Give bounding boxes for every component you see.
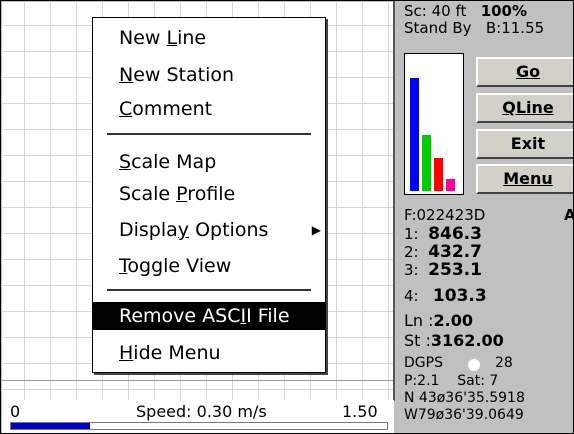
scale-prefix: Sc:	[404, 2, 427, 20]
zoom-value: 100%	[480, 2, 528, 20]
reading-1: 1: 846.3	[404, 224, 482, 244]
menu-item-hide-menu[interactable]: Hide Menu	[93, 339, 325, 367]
scale-value: 40 ft	[431, 2, 467, 20]
status-panel: Sc: 40 ft 100% Stand By B:11.55 Go QLine…	[396, 1, 573, 433]
reading-2: 2: 432.7	[404, 242, 482, 262]
menu-item-new-station[interactable]: New Station	[93, 61, 325, 89]
menu-item-scale-profile[interactable]: Scale Profile	[93, 180, 325, 208]
popup-menu: New Line New Station Comment Scale Map S…	[92, 17, 326, 373]
menu-item-comment[interactable]: Comment	[93, 95, 325, 123]
station-readout: St :3162.00	[404, 331, 504, 350]
submenu-arrow-icon: ▶	[311, 223, 321, 237]
scale-readout: Sc: 40 ft 100%	[404, 2, 527, 20]
longitude-readout: W79ø36'39.0649	[404, 407, 524, 423]
battery-value: B:11.55	[485, 19, 545, 37]
signal-bar-2	[422, 135, 431, 191]
menu-item-scale-map[interactable]: Scale Map	[93, 148, 325, 176]
latitude-readout: N 43ø36'35.5918	[404, 390, 525, 406]
mode-indicator: A	[564, 206, 573, 224]
dgps-readout: DGPS 28	[404, 355, 513, 371]
signal-chart	[404, 53, 464, 195]
reading-3: 3: 253.1	[404, 260, 482, 280]
map-divider	[393, 1, 395, 401]
qline-button[interactable]: QLine	[476, 93, 573, 123]
signal-chart-svg	[410, 78, 455, 191]
menu-item-display-options[interactable]: Display Options ▶	[93, 216, 325, 244]
menu-separator	[107, 289, 311, 291]
status-text: Stand By	[404, 19, 472, 37]
menu-button[interactable]: Menu	[476, 164, 573, 194]
speed-progress-track	[10, 422, 388, 430]
file-name: F:022423D	[404, 206, 486, 224]
speed-scale-min: 0	[10, 402, 21, 421]
dgps-indicator-icon	[468, 359, 480, 371]
signal-bar-1	[410, 78, 419, 191]
line-readout: Ln :2.00	[404, 311, 474, 330]
menu-item-new-line[interactable]: New Line	[93, 24, 325, 52]
speed-scale-max: 1.50	[342, 402, 378, 421]
map-baseline	[2, 380, 394, 381]
signal-bar-3	[434, 158, 443, 191]
menu-item-toggle-view[interactable]: Toggle View	[93, 252, 325, 280]
status-readout: Stand By B:11.55	[404, 19, 544, 37]
app-window: 0 Speed: 0.30 m/s 1.50 New Line New Stat…	[0, 0, 574, 434]
speed-bar: 0 Speed: 0.30 m/s 1.50	[2, 400, 394, 433]
reading-4: 4: 103.3	[404, 286, 487, 306]
menu-separator	[107, 133, 311, 135]
signal-bar-4	[446, 179, 455, 191]
pdop-readout: P:2.1 Sat: 7	[404, 373, 499, 389]
menu-item-remove-ascii-file[interactable]: Remove ASCII File	[93, 302, 325, 330]
go-button[interactable]: Go	[476, 57, 573, 87]
speed-progress-fill	[11, 423, 90, 429]
speed-label: Speed: 0.30 m/s	[136, 402, 267, 421]
exit-button[interactable]: Exit	[476, 129, 573, 159]
